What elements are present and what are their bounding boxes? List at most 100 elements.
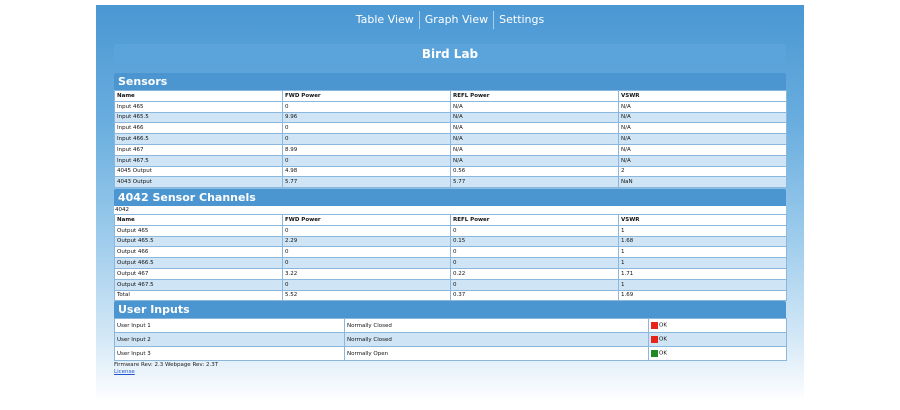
table-cell: Output 465.5 bbox=[114, 235, 283, 248]
nav-graph-view[interactable]: Graph View bbox=[420, 11, 495, 29]
top-nav: Table View Graph View Settings bbox=[96, 5, 804, 35]
status-text: OK bbox=[659, 322, 667, 329]
revision-text: Firmware Rev: 2.3 Webpage Rev: 2.3T bbox=[114, 362, 219, 368]
status-text: OK bbox=[659, 350, 667, 357]
table-row: Input 465 0 N/A N/A bbox=[114, 100, 787, 113]
user-input-status: OK bbox=[648, 346, 787, 361]
table-cell: 5.77 bbox=[282, 176, 451, 189]
table-cell: N/A bbox=[450, 143, 619, 156]
table-cell: N/A bbox=[450, 111, 619, 124]
table-cell: 1.71 bbox=[618, 267, 787, 280]
table-row: Output 467.5 0 0 1 bbox=[114, 278, 787, 291]
table-cell: 0.15 bbox=[450, 235, 619, 248]
table-row: 4043 Output 5.77 5.77 NaN bbox=[114, 176, 787, 189]
table-cell: 1.68 bbox=[618, 235, 787, 248]
table-cell: N/A bbox=[618, 143, 787, 156]
table-cell: Input 465 bbox=[114, 100, 283, 113]
table-cell: N/A bbox=[450, 133, 619, 145]
table-cell: 4.98 bbox=[282, 165, 451, 178]
table-cell: 4043 Output bbox=[114, 176, 283, 189]
table-row: Output 465 0 0 1 bbox=[114, 224, 787, 237]
table-cell: 0.22 bbox=[450, 267, 619, 280]
table-row: Input 467.5 0 N/A N/A bbox=[114, 154, 787, 167]
user-input-mode: Normally Closed bbox=[344, 332, 649, 347]
user-input-row: User Input 2 Normally Closed OK bbox=[114, 332, 787, 347]
user-input-row: User Input 1 Normally Closed OK bbox=[114, 318, 787, 333]
user-inputs-table: User Input 1 Normally Closed OK User Input … bbox=[114, 318, 787, 361]
table-cell: 0 bbox=[282, 257, 451, 269]
status-indicator-icon bbox=[651, 322, 658, 329]
page-container: Table View Graph View Settings Bird Lab … bbox=[96, 5, 804, 403]
table-cell: 0.37 bbox=[450, 289, 619, 302]
channels-column-header: REFL Power bbox=[450, 214, 619, 226]
channels-column-header: VSWR bbox=[618, 214, 787, 226]
table-row: Input 466.5 0 N/A N/A bbox=[114, 133, 787, 145]
user-input-status: OK bbox=[648, 332, 787, 347]
table-cell: 2 bbox=[618, 165, 787, 178]
sensors-column-header: VSWR bbox=[618, 90, 787, 102]
table-cell: 1 bbox=[618, 257, 787, 269]
table-row: Output 467 3.22 0.22 1.71 bbox=[114, 267, 787, 280]
table-row: Input 467 8.99 N/A N/A bbox=[114, 143, 787, 156]
table-cell: Total bbox=[114, 289, 283, 302]
table-cell: Input 467 bbox=[114, 143, 283, 156]
table-cell: N/A bbox=[450, 100, 619, 113]
table-cell: 4045 Output bbox=[114, 165, 283, 178]
user-inputs-section: User Inputs User Input 1 Normally Closed O… bbox=[114, 301, 787, 361]
table-cell: 2.29 bbox=[282, 235, 451, 248]
table-row: Output 466 0 0 1 bbox=[114, 246, 787, 259]
sensors-column-header: Name bbox=[114, 90, 283, 102]
status-indicator-icon bbox=[651, 350, 658, 357]
sensors-column-header: FWD Power bbox=[282, 90, 451, 102]
footer: Firmware Rev: 2.3 Webpage Rev: 2.3T Lice… bbox=[114, 362, 218, 375]
table-cell: 0 bbox=[282, 224, 451, 237]
table-cell: 0 bbox=[282, 154, 451, 167]
sensors-header: Sensors bbox=[114, 73, 786, 90]
table-cell: Input 467.5 bbox=[114, 154, 283, 167]
table-cell: Output 466.5 bbox=[114, 257, 283, 269]
user-input-mode: Normally Closed bbox=[344, 318, 649, 333]
channels-table: Name FWD Power REFL Power VSWR Output 465 0 0… bbox=[114, 214, 787, 302]
table-row: Output 466.5 0 0 1 bbox=[114, 257, 787, 269]
user-input-row: User Input 3 Normally Open OK bbox=[114, 346, 787, 361]
table-cell: 3.22 bbox=[282, 267, 451, 280]
table-cell: 0 bbox=[450, 246, 619, 259]
user-input-name: User Input 2 bbox=[114, 332, 345, 347]
table-cell: Output 466 bbox=[114, 246, 283, 259]
table-cell: 1.69 bbox=[618, 289, 787, 302]
table-cell: Output 465 bbox=[114, 224, 283, 237]
user-input-name: User Input 3 bbox=[114, 346, 345, 361]
status-indicator-icon bbox=[651, 336, 658, 343]
table-cell: 9.96 bbox=[282, 111, 451, 124]
table-cell: 8.99 bbox=[282, 143, 451, 156]
table-cell: 5.52 bbox=[282, 289, 451, 302]
user-input-name: User Input 1 bbox=[114, 318, 345, 333]
table-cell: NaN bbox=[618, 176, 787, 189]
table-cell: 0 bbox=[282, 278, 451, 291]
table-cell: 0 bbox=[282, 122, 451, 135]
table-cell: Input 465.5 bbox=[114, 111, 283, 124]
table-cell: 0 bbox=[450, 224, 619, 237]
table-cell: 0 bbox=[450, 278, 619, 291]
nav-table-view[interactable]: Table View bbox=[351, 11, 420, 29]
table-row: Total 5.52 0.37 1.69 bbox=[114, 289, 787, 302]
table-cell: 0.56 bbox=[450, 165, 619, 178]
channels-header: 4042 Sensor Channels bbox=[114, 189, 786, 206]
sensors-section: Sensors Name FWD Power REFL Power VSWR Inpu… bbox=[114, 73, 787, 189]
nav-settings[interactable]: Settings bbox=[494, 11, 549, 29]
channels-column-header: FWD Power bbox=[282, 214, 451, 226]
table-cell: Output 467.5 bbox=[114, 278, 283, 291]
channels-column-header: Name bbox=[114, 214, 283, 226]
user-inputs-header: User Inputs bbox=[114, 301, 786, 318]
table-cell: 1 bbox=[618, 246, 787, 259]
license-link[interactable]: License bbox=[114, 369, 218, 375]
table-cell: N/A bbox=[450, 122, 619, 135]
table-cell: N/A bbox=[618, 154, 787, 167]
table-row: Input 466 0 N/A N/A bbox=[114, 122, 787, 135]
user-input-status: OK bbox=[648, 318, 787, 333]
channels-section: 4042 Sensor Channels 4042 Name FWD Power R… bbox=[114, 189, 787, 302]
table-row: Output 465.5 2.29 0.15 1.68 bbox=[114, 235, 787, 248]
table-cell: N/A bbox=[618, 133, 787, 145]
table-row: Input 465.5 9.96 N/A N/A bbox=[114, 111, 787, 124]
table-cell: Input 466.5 bbox=[114, 133, 283, 145]
